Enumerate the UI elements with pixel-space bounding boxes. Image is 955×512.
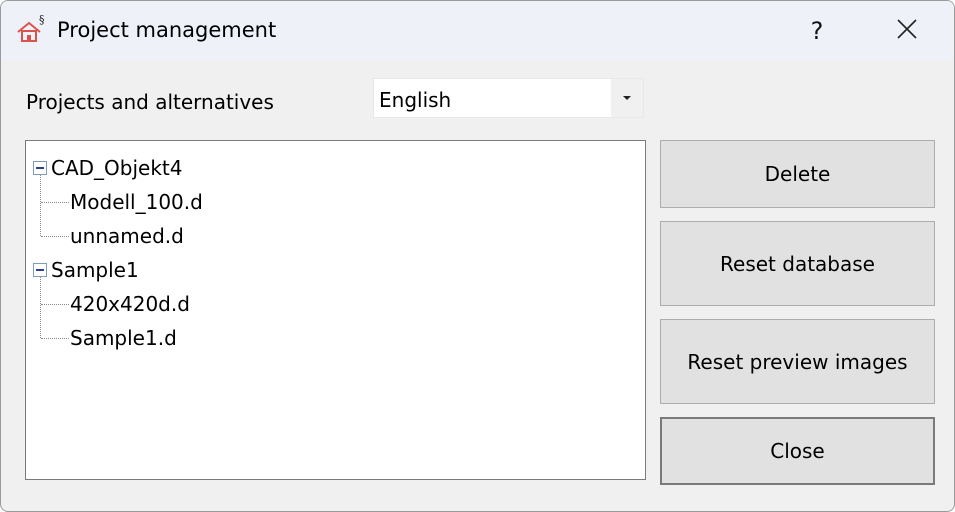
collapse-icon[interactable] — [33, 263, 47, 277]
language-select[interactable]: English — [373, 78, 644, 118]
tree-connector — [40, 175, 41, 236]
reset-database-label: Reset database — [720, 251, 875, 276]
collapse-icon[interactable] — [33, 161, 47, 175]
tree-connector — [41, 202, 69, 203]
reset-database-button[interactable]: Reset database — [660, 221, 935, 306]
close-window-button[interactable] — [881, 11, 933, 51]
close-button-label: Close — [770, 439, 825, 463]
close-button[interactable]: Close — [660, 417, 935, 485]
tree-item[interactable]: Modell_100.d — [70, 190, 203, 214]
chevron-down-icon[interactable] — [611, 79, 643, 117]
title-bar: § Project management ? — [1, 1, 954, 61]
tree-connector — [40, 277, 41, 338]
window-title: Project management — [57, 18, 277, 42]
svg-text:§: § — [39, 13, 45, 26]
tree-connector — [41, 338, 69, 339]
tree-item[interactable]: unnamed.d — [70, 224, 184, 248]
help-icon: ? — [810, 17, 824, 45]
tree-item[interactable]: Sample1.d — [70, 326, 177, 350]
tree-project[interactable]: Sample1 — [51, 258, 139, 282]
tree-item[interactable]: 420x420d.d — [70, 292, 190, 316]
close-icon — [896, 18, 918, 44]
tree-connector — [41, 304, 69, 305]
projects-label: Projects and alternatives — [26, 90, 274, 114]
tree-connector — [41, 236, 69, 237]
language-value: English — [379, 88, 452, 112]
delete-button-label: Delete — [764, 162, 831, 186]
delete-button[interactable]: Delete — [660, 140, 935, 208]
project-tree[interactable]: CAD_Objekt4 Modell_100.d unnamed.d Sampl… — [25, 140, 646, 480]
reset-preview-images-label: Reset preview images — [687, 349, 908, 374]
dialog-window: § Project management ? Projects and alte… — [0, 0, 955, 512]
reset-preview-images-button[interactable]: Reset preview images — [660, 319, 935, 404]
tree-project[interactable]: CAD_Objekt4 — [51, 156, 183, 180]
help-button[interactable]: ? — [789, 11, 845, 51]
house-icon: § — [15, 13, 49, 47]
